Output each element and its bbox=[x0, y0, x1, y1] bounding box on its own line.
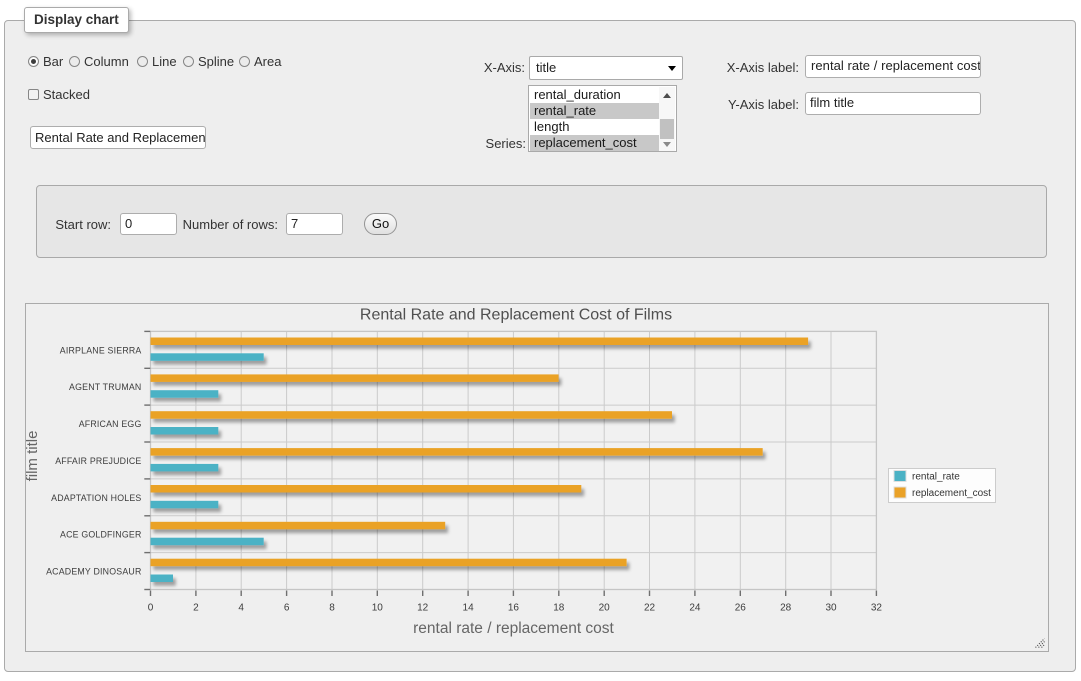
svg-text:20: 20 bbox=[599, 603, 611, 614]
svg-text:6: 6 bbox=[284, 603, 290, 614]
svg-text:AGENT TRUMAN: AGENT TRUMAN bbox=[69, 382, 141, 392]
svg-text:AFFAIR PREJUDICE: AFFAIR PREJUDICE bbox=[55, 456, 141, 466]
svg-text:rental_rate: rental_rate bbox=[912, 472, 960, 483]
svg-text:16: 16 bbox=[508, 603, 520, 614]
svg-text:14: 14 bbox=[463, 603, 475, 614]
svg-text:rental rate / replacement cost: rental rate / replacement cost bbox=[413, 620, 614, 637]
svg-text:30: 30 bbox=[825, 603, 837, 614]
svg-text:Rental Rate and Replacement Co: Rental Rate and Replacement Cost of Film… bbox=[360, 307, 672, 324]
svg-text:AFRICAN EGG: AFRICAN EGG bbox=[79, 419, 142, 429]
svg-text:film title: film title bbox=[26, 431, 41, 482]
svg-text:12: 12 bbox=[417, 603, 429, 614]
svg-text:ACE GOLDFINGER: ACE GOLDFINGER bbox=[60, 530, 142, 540]
svg-text:ACADEMY DINOSAUR: ACADEMY DINOSAUR bbox=[46, 567, 141, 577]
svg-text:28: 28 bbox=[780, 603, 792, 614]
svg-text:4: 4 bbox=[238, 603, 244, 614]
svg-text:replacement_cost: replacement_cost bbox=[912, 488, 991, 499]
svg-text:2: 2 bbox=[193, 603, 199, 614]
svg-text:AIRPLANE SIERRA: AIRPLANE SIERRA bbox=[60, 345, 142, 355]
svg-text:18: 18 bbox=[553, 603, 565, 614]
svg-text:0: 0 bbox=[148, 603, 154, 614]
svg-text:22: 22 bbox=[644, 603, 656, 614]
svg-text:24: 24 bbox=[689, 603, 701, 614]
svg-text:ADAPTATION HOLES: ADAPTATION HOLES bbox=[51, 493, 141, 503]
svg-text:8: 8 bbox=[329, 603, 335, 614]
svg-text:32: 32 bbox=[871, 603, 883, 614]
svg-text:26: 26 bbox=[735, 603, 747, 614]
svg-text:10: 10 bbox=[372, 603, 384, 614]
